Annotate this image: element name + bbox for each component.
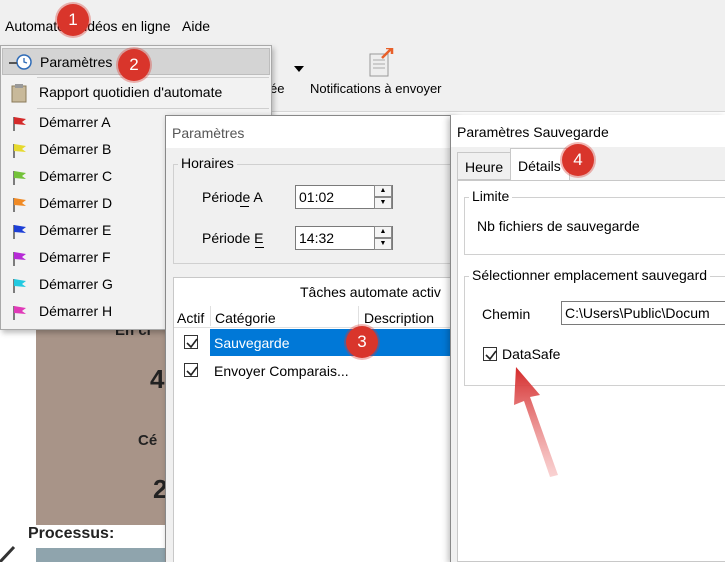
notification-icon[interactable] — [368, 48, 394, 78]
periode-e-spinner[interactable]: ▲ ▼ — [374, 226, 392, 250]
tile2-title: Cé — [138, 432, 158, 449]
menu-videos-en-ligne[interactable]: Vidéos en ligne — [75, 18, 170, 34]
menu-label-rapport: Rapport quotidien d'automate — [39, 84, 223, 100]
parametres-dialog-titlebar[interactable]: Paramètres — [166, 116, 454, 148]
flag-cyan-icon — [13, 279, 26, 293]
menu-automate[interactable]: Automate — [5, 18, 65, 34]
parametres-dialog-title: Paramètres — [172, 125, 245, 141]
menu-separator — [37, 77, 269, 78]
chemin-input[interactable]: C:\Users\Public\Docum — [561, 301, 725, 325]
menu-label-demarrer-g: Démarrer G — [39, 276, 113, 292]
flag-pink-icon — [13, 306, 26, 320]
checkmark-icon — [186, 338, 198, 349]
limite-title: Limite — [469, 188, 513, 204]
checkmark-icon — [485, 350, 497, 361]
clipboard-icon — [11, 84, 27, 103]
tab-heure-label: Heure — [465, 159, 504, 175]
menu-label-parametres: Paramètres — [40, 54, 113, 70]
resize-handle-icon — [0, 545, 16, 562]
sauvegarde-dialog-title: Paramètres Sauvegarde — [457, 124, 609, 140]
menu-label-demarrer-e: Démarrer E — [39, 222, 112, 238]
emplacement-title: Sélectionner emplacement sauvegard — [469, 267, 711, 283]
menu-label-demarrer-b: Démarrer B — [39, 141, 112, 157]
datasafe-label: DataSafe — [502, 346, 561, 362]
chemin-label: Chemin — [482, 306, 531, 322]
notifications-label[interactable]: Notifications à envoyer — [310, 81, 442, 96]
tab-details[interactable]: Détails — [510, 148, 570, 181]
flag-orange-icon — [13, 198, 26, 212]
periode-a-spinner[interactable]: ▲ ▼ — [374, 185, 392, 209]
menu-item-rapport[interactable]: Rapport quotidien d'automate — [2, 79, 270, 106]
nb-fichiers-label: Nb fichiers de sauvegarde — [477, 218, 640, 234]
checkmark-icon — [186, 366, 198, 377]
process-bar — [36, 548, 166, 562]
row-categorie: Sauvegarde — [214, 335, 290, 351]
clock-settings-icon — [9, 54, 32, 70]
taches-title: Tâches automate activ — [300, 284, 441, 300]
row-checkbox[interactable] — [184, 363, 198, 377]
row-categorie: Envoyer Comparais... — [214, 363, 349, 379]
periode-a-underline — [240, 206, 249, 207]
processus-label: Processus: — [28, 525, 115, 542]
annotation-badge-4: 4 — [562, 144, 594, 176]
toolbar: ée Notifications à envoyer — [270, 46, 725, 112]
menu-label-demarrer-h: Démarrer H — [39, 303, 113, 319]
toolbar-partial-label[interactable]: ée — [270, 81, 284, 96]
col-categorie[interactable]: Catégorie — [215, 310, 276, 326]
emplacement-group — [464, 276, 725, 386]
col-divider — [358, 306, 359, 326]
menu-label-demarrer-c: Démarrer C — [39, 168, 113, 184]
periode-a-label: Période A — [202, 189, 263, 205]
annotation-badge-1: 1 — [57, 4, 89, 36]
flag-purple-icon — [13, 252, 26, 266]
dropdown-arrow-icon[interactable] — [294, 66, 304, 72]
spin-down-icon[interactable]: ▼ — [374, 197, 392, 209]
spin-up-icon[interactable]: ▲ — [374, 226, 392, 238]
menu-label-demarrer-f: Démarrer F — [39, 249, 111, 265]
annotation-arrow-icon — [514, 367, 558, 477]
menu-label-demarrer-d: Démarrer D — [39, 195, 113, 211]
periode-e-underline — [255, 247, 264, 248]
parametres-dialog: Paramètres Horaires Période A 01:02 ▲ ▼ P… — [165, 115, 456, 562]
flag-green-icon — [13, 171, 26, 185]
menu-label-demarrer-a: Démarrer A — [39, 114, 111, 130]
flag-blue-icon — [13, 225, 26, 239]
tab-details-label: Détails — [518, 158, 561, 174]
menubar: Automate Vidéos en ligne Aide — [0, 0, 725, 46]
datasafe-checkbox[interactable] — [483, 347, 497, 361]
table-row[interactable]: Envoyer Comparais... — [174, 357, 456, 384]
spin-up-icon[interactable]: ▲ — [374, 185, 392, 197]
table-row[interactable]: Sauvegarde — [174, 329, 456, 356]
left-edge-decor — [0, 527, 20, 562]
spin-down-icon[interactable]: ▼ — [374, 238, 392, 250]
periode-e-label: Période E — [202, 230, 264, 246]
horaires-title: Horaires — [178, 155, 237, 171]
menu-aide[interactable]: Aide — [182, 18, 210, 34]
col-description[interactable]: Description — [364, 310, 434, 326]
tab-heure[interactable]: Heure — [457, 152, 511, 180]
col-divider — [210, 306, 211, 326]
flag-red-icon — [13, 117, 26, 131]
sauvegarde-dialog-titlebar[interactable]: Paramètres Sauvegarde — [451, 115, 725, 147]
annotation-badge-3: 3 — [346, 326, 378, 358]
row-checkbox[interactable] — [184, 335, 198, 349]
annotation-badge-2: 2 — [118, 49, 150, 81]
col-actif[interactable]: Actif — [177, 310, 204, 326]
sauvegarde-dialog: Paramètres Sauvegarde Heure Détails Limi… — [450, 115, 725, 562]
flag-yellow-icon — [13, 144, 26, 158]
tile1-value: 4 — [150, 364, 165, 394]
